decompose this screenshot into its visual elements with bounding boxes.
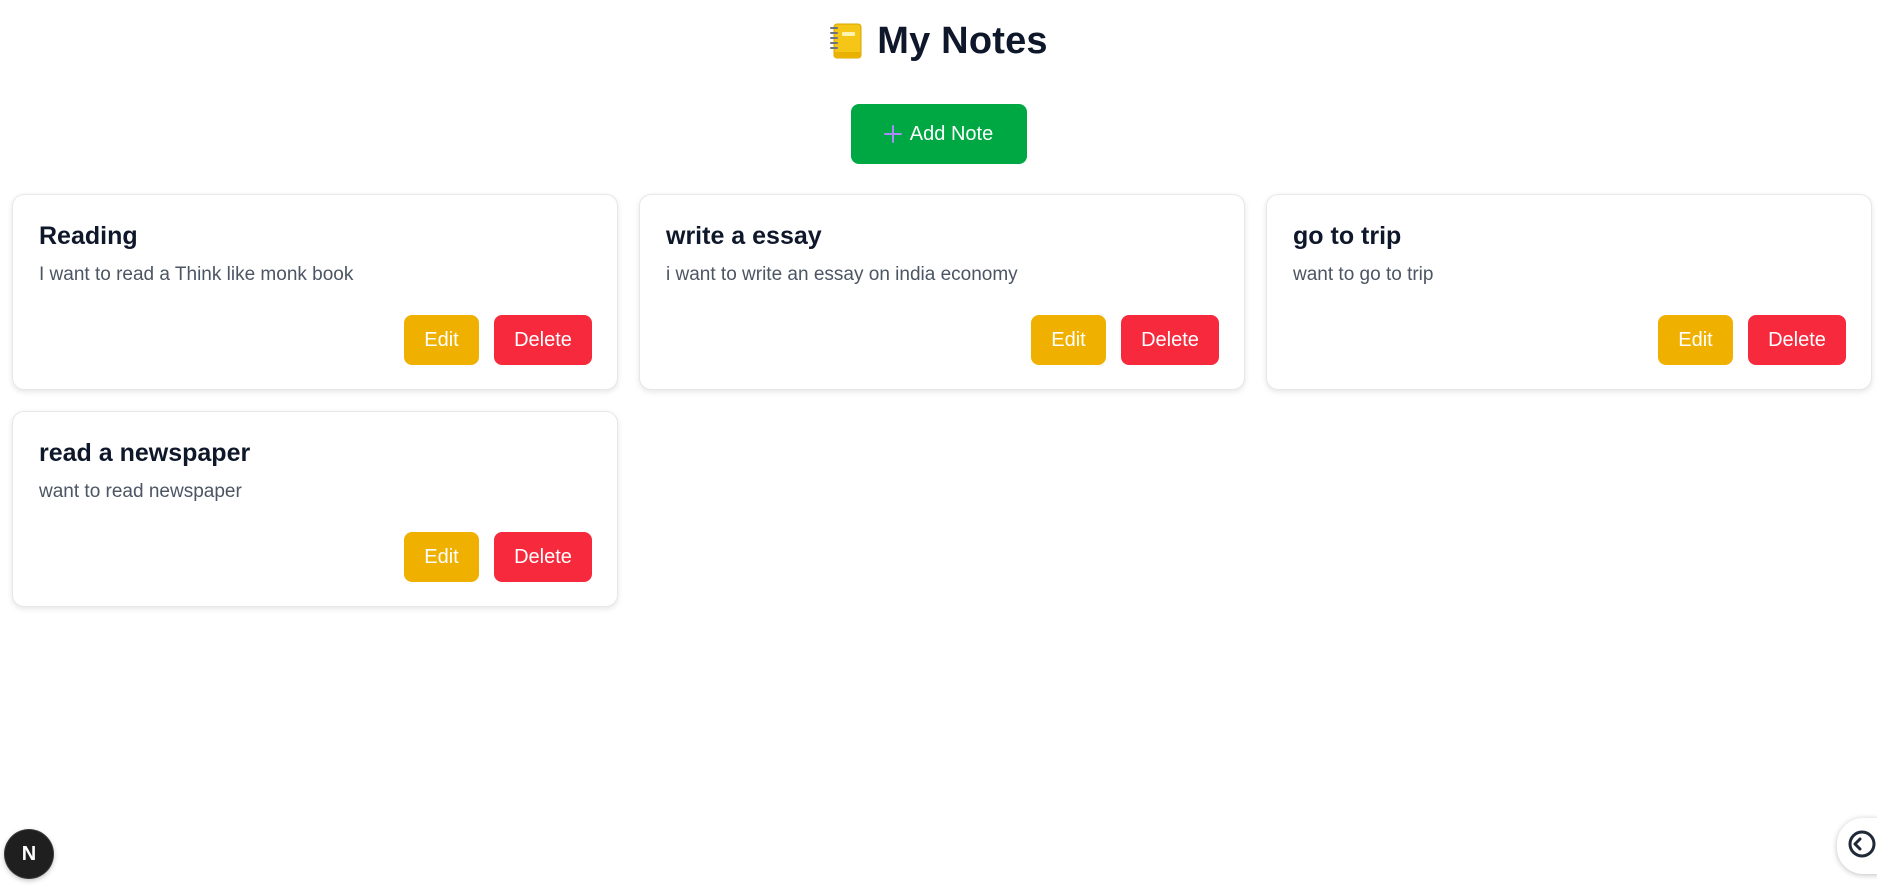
note-content: want to go to trip bbox=[1293, 264, 1434, 285]
delete-button[interactable]: Delete bbox=[494, 315, 592, 365]
code-toggle-icon bbox=[1847, 829, 1877, 864]
corner-widget[interactable] bbox=[1837, 818, 1877, 874]
edit-button[interactable]: Edit bbox=[1658, 315, 1733, 365]
add-note-button[interactable]: Add Note bbox=[850, 104, 1027, 164]
note-actions: Edit Delete bbox=[1658, 315, 1846, 365]
edit-button[interactable]: Edit bbox=[404, 532, 479, 582]
note-content: want to read newspaper bbox=[39, 481, 242, 502]
note-card: go to trip want to go to trip Edit Delet… bbox=[1266, 194, 1872, 390]
page-title: My Notes bbox=[877, 19, 1048, 62]
note-actions: Edit Delete bbox=[1031, 315, 1219, 365]
note-content: i want to write an essay on india econom… bbox=[666, 264, 1018, 285]
delete-button[interactable]: Delete bbox=[1121, 315, 1219, 365]
title-group: My Notes bbox=[829, 20, 1048, 63]
note-title: read a newspaper bbox=[39, 439, 251, 467]
note-title: go to trip bbox=[1293, 222, 1402, 250]
note-card: Reading I want to read a Think like monk… bbox=[12, 194, 618, 390]
note-actions: Edit Delete bbox=[404, 315, 592, 365]
note-title: Reading bbox=[39, 222, 138, 250]
add-note-label: Add Note bbox=[909, 122, 994, 145]
notes-grid: Reading I want to read a Think like monk… bbox=[12, 194, 1872, 607]
nextjs-dev-badge[interactable]: N bbox=[5, 830, 53, 878]
add-note-row: Add Note bbox=[0, 104, 1877, 164]
note-title: write a essay bbox=[666, 222, 822, 250]
page-header: My Notes bbox=[0, 0, 1877, 82]
notes-page: My Notes Add Note Reading I want to read… bbox=[0, 0, 1877, 893]
delete-button[interactable]: Delete bbox=[1748, 315, 1846, 365]
note-card: read a newspaper want to read newspaper … bbox=[12, 411, 618, 607]
delete-button[interactable]: Delete bbox=[494, 532, 592, 582]
edit-button[interactable]: Edit bbox=[404, 315, 479, 365]
edit-button[interactable]: Edit bbox=[1031, 315, 1106, 365]
note-content: I want to read a Think like monk book bbox=[39, 264, 354, 285]
notebook-icon bbox=[829, 22, 863, 60]
note-card: write a essay i want to write an essay o… bbox=[639, 194, 1245, 390]
note-actions: Edit Delete bbox=[404, 532, 592, 582]
nextjs-logo-icon: N bbox=[21, 842, 37, 865]
plus-icon bbox=[883, 125, 902, 143]
